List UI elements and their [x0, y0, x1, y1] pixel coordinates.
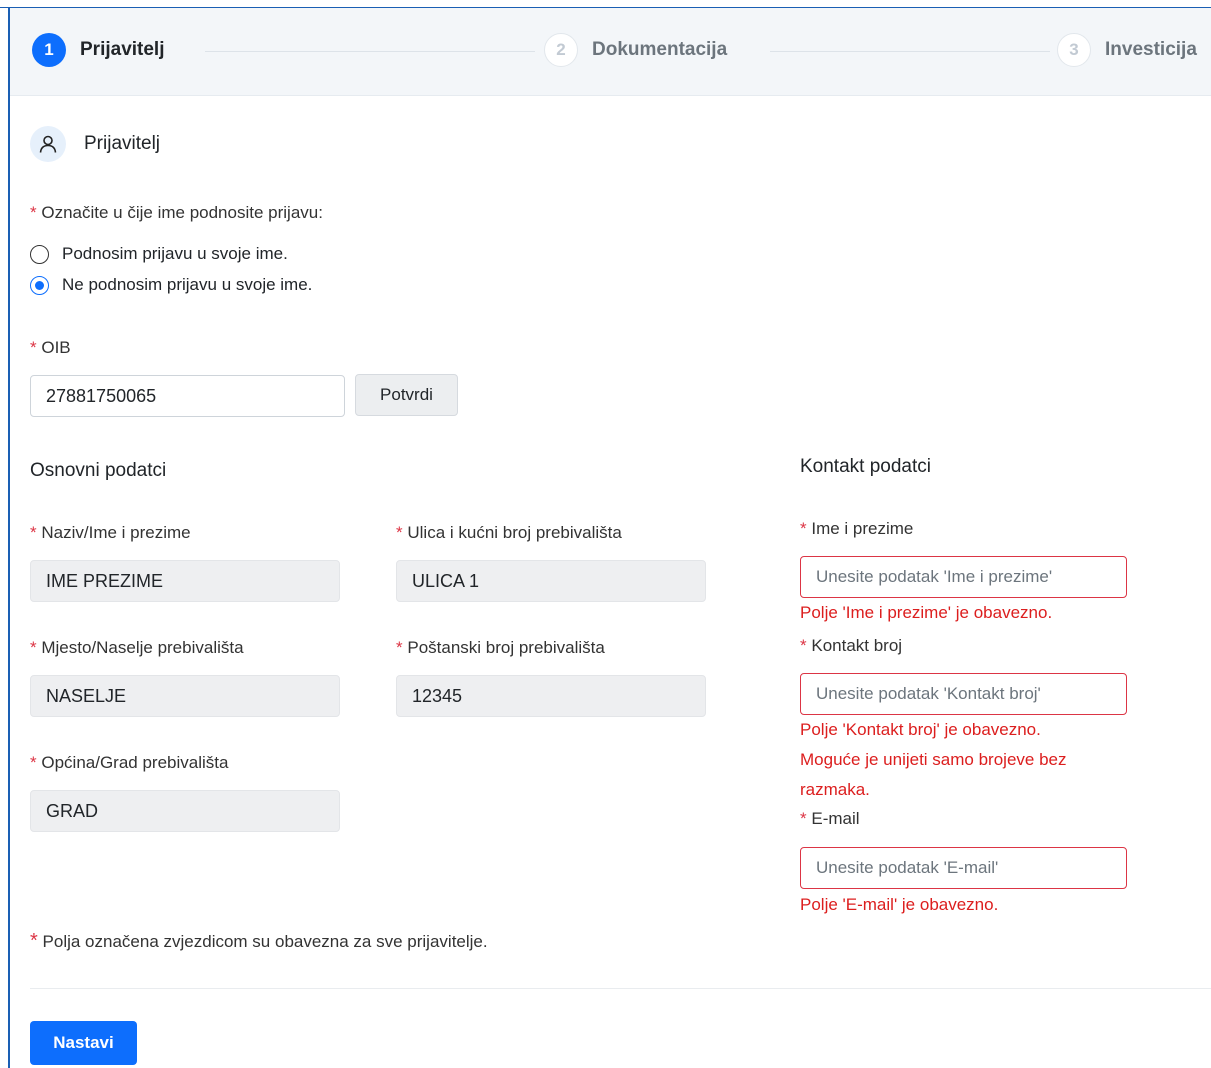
applicant-type-label: * Označite u čije ime podnosite prijavu: [30, 203, 323, 223]
required-mark: * [800, 809, 807, 828]
label-text: Označite u čije ime podnosite prijavu: [41, 203, 323, 222]
step-applicant[interactable]: 1 Prijavitelj [32, 30, 165, 70]
note-text: Polja označena zvjezdicom su obavezna za… [42, 932, 488, 951]
municipality-field[interactable]: GRAD [30, 790, 340, 832]
contact-email-label: * E-mail [800, 809, 860, 829]
step-number: 1 [32, 33, 66, 67]
section-header: Prijavitelj [30, 126, 160, 162]
frame-border [8, 8, 10, 1068]
name-field[interactable]: IME PREZIME [30, 560, 340, 602]
top-strip [0, 0, 1211, 8]
label-text: Ime i prezime [811, 519, 914, 538]
step-connector [205, 51, 535, 52]
contact-email-input[interactable]: Unesite podatak 'E-mail' [800, 847, 1127, 889]
label-text: Ulica i kućni broj prebivališta [407, 523, 622, 542]
contact-name-label: * Ime i prezime [800, 519, 913, 539]
label-text: Općina/Grad prebivališta [41, 753, 229, 772]
label-text: E-mail [811, 809, 860, 828]
required-mark: * [396, 523, 403, 542]
required-mark: * [30, 638, 37, 657]
oib-input[interactable]: 27881750065 [30, 375, 345, 417]
radio-button-checked[interactable] [30, 275, 49, 295]
step-connector [770, 51, 1050, 52]
wizard-stepper: 1 Prijavitelj 2 Dokumentacija 3 Investic… [10, 8, 1211, 96]
required-mark: * [800, 636, 807, 655]
required-mark: * [30, 753, 37, 772]
required-mark: * [30, 338, 37, 357]
contact-phone-format-error: Moguće je unijeti samo brojeve bez [800, 750, 1067, 769]
step-investment[interactable]: 3 Investicija [1057, 30, 1197, 70]
required-mark: * [30, 930, 38, 952]
contact-phone-error: Polje 'Kontakt broj' je obavezno. [800, 720, 1041, 739]
radio-button[interactable] [30, 244, 49, 264]
contact-phone-input[interactable]: Unesite podatak 'Kontakt broj' [800, 673, 1127, 715]
contact-email-error: Polje 'E-mail' je obavezno. [800, 895, 999, 914]
step-number: 3 [1057, 33, 1091, 67]
step-label: Prijavitelj [80, 39, 165, 60]
required-mark: * [30, 203, 37, 222]
contact-name-input[interactable]: Unesite podatak 'Ime i prezime' [800, 556, 1127, 598]
label-text: OIB [41, 338, 71, 357]
contact-phone-label: * Kontakt broj [800, 636, 902, 656]
street-field[interactable]: ULICA 1 [396, 560, 706, 602]
radio-label: Podnosim prijavu u svoje ime. [62, 244, 288, 263]
basic-data-title: Osnovni podatci [30, 460, 167, 481]
continue-button[interactable]: Nastavi [30, 1021, 137, 1065]
contact-data-title: Kontakt podatci [800, 456, 931, 477]
section-title: Prijavitelj [84, 133, 161, 154]
label-text: Mjesto/Naselje prebivališta [41, 638, 244, 657]
required-mark: * [396, 638, 403, 657]
user-icon [30, 126, 66, 162]
label-text: Poštanski broj prebivališta [407, 638, 605, 657]
label-text: Naziv/Ime i prezime [41, 523, 191, 542]
oib-label: * OIB [30, 338, 71, 358]
radio-own-name[interactable]: Podnosim prijavu u svoje ime. [30, 244, 288, 264]
step-label: Investicija [1105, 39, 1197, 60]
label-text: Kontakt broj [811, 636, 903, 655]
required-mark: * [800, 519, 807, 538]
radio-label: Ne podnosim prijavu u svoje ime. [62, 275, 313, 294]
postal-label: * Poštanski broj prebivališta [396, 638, 605, 658]
contact-phone-format-error-cont: razmaka. [800, 780, 870, 799]
street-label: * Ulica i kućni broj prebivališta [396, 523, 622, 543]
radio-not-own-name[interactable]: Ne podnosim prijavu u svoje ime. [30, 275, 312, 295]
name-label: * Naziv/Ime i prezime [30, 523, 191, 543]
confirm-button[interactable]: Potvrdi [355, 374, 458, 416]
postal-field[interactable]: 12345 [396, 675, 706, 717]
divider [30, 988, 1211, 989]
contact-name-error: Polje 'Ime i prezime' je obavezno. [800, 603, 1053, 622]
required-note: * Polja označena zvjezdicom su obavezna … [30, 930, 488, 953]
place-field[interactable]: NASELJE [30, 675, 340, 717]
required-mark: * [30, 523, 37, 542]
step-number: 2 [544, 33, 578, 67]
municipality-label: * Općina/Grad prebivališta [30, 753, 228, 773]
step-documentation[interactable]: 2 Dokumentacija [544, 30, 727, 70]
place-label: * Mjesto/Naselje prebivališta [30, 638, 244, 658]
step-label: Dokumentacija [592, 39, 728, 60]
